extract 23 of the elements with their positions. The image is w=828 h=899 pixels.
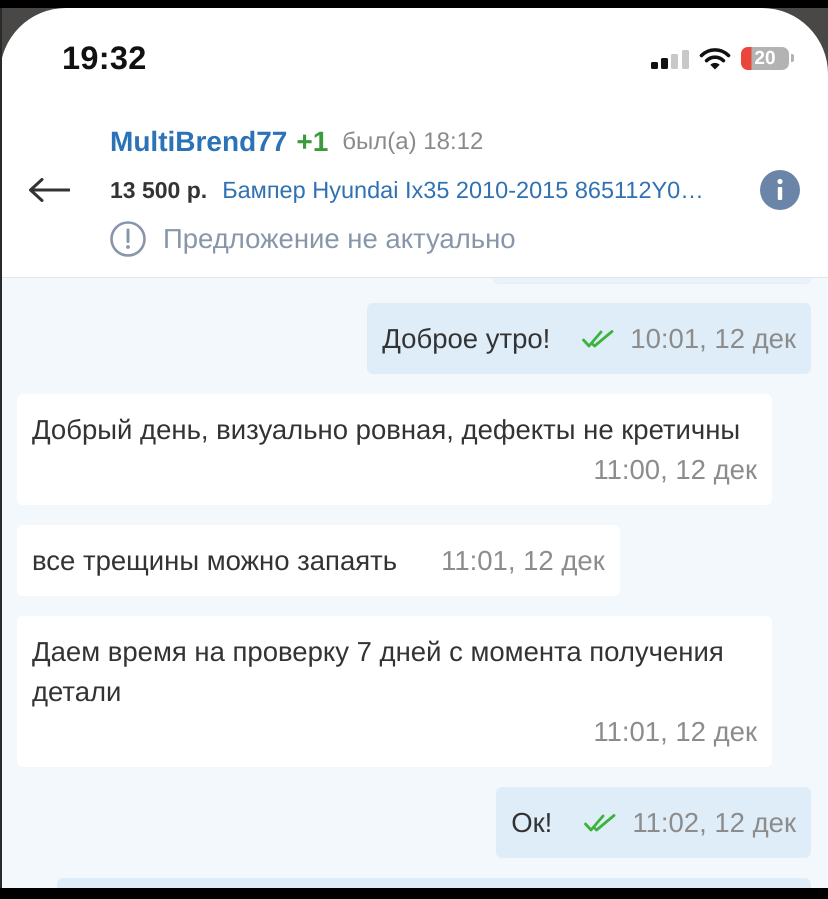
wifi-icon [699,46,731,70]
message-time: 11:02, 12 дек [632,806,796,840]
item-price: 13 500 р. [110,176,208,204]
info-icon[interactable] [760,170,800,210]
message-time: 11:01, 12 дек [441,544,605,578]
message-text: Ок! [511,806,552,840]
exclamation-circle-icon [110,221,146,257]
message-text: Добрый день, визуально ровная, дефекты не кретичны [32,412,740,447]
message-text: все трещины можно запаять [32,544,398,578]
contact-name[interactable]: MultiBrend77 [110,126,288,158]
notice-text: Предложение не актуально [163,223,516,255]
message-time: 11:00, 12 дек [593,452,757,486]
participant-count: +1 [296,126,328,158]
status-time: 19:32 [62,40,147,76]
message-time: 11:01, 12 дек [593,714,757,748]
listing-title[interactable]: Бампер Hyundai Ix35 2010-2015 865112Y0… [222,176,704,204]
signal-icon [651,50,689,68]
message-text: Даем время на проверку 7 дней с момента получения детали [32,634,725,708]
message-time: 10:01, 12 дек [630,322,796,356]
battery-indicator: 20 [741,46,794,70]
message-text: Доброе утро! [382,322,550,356]
last-seen-text: был(а) 18:12 [342,128,484,156]
back-arrow-icon[interactable] [28,178,70,202]
